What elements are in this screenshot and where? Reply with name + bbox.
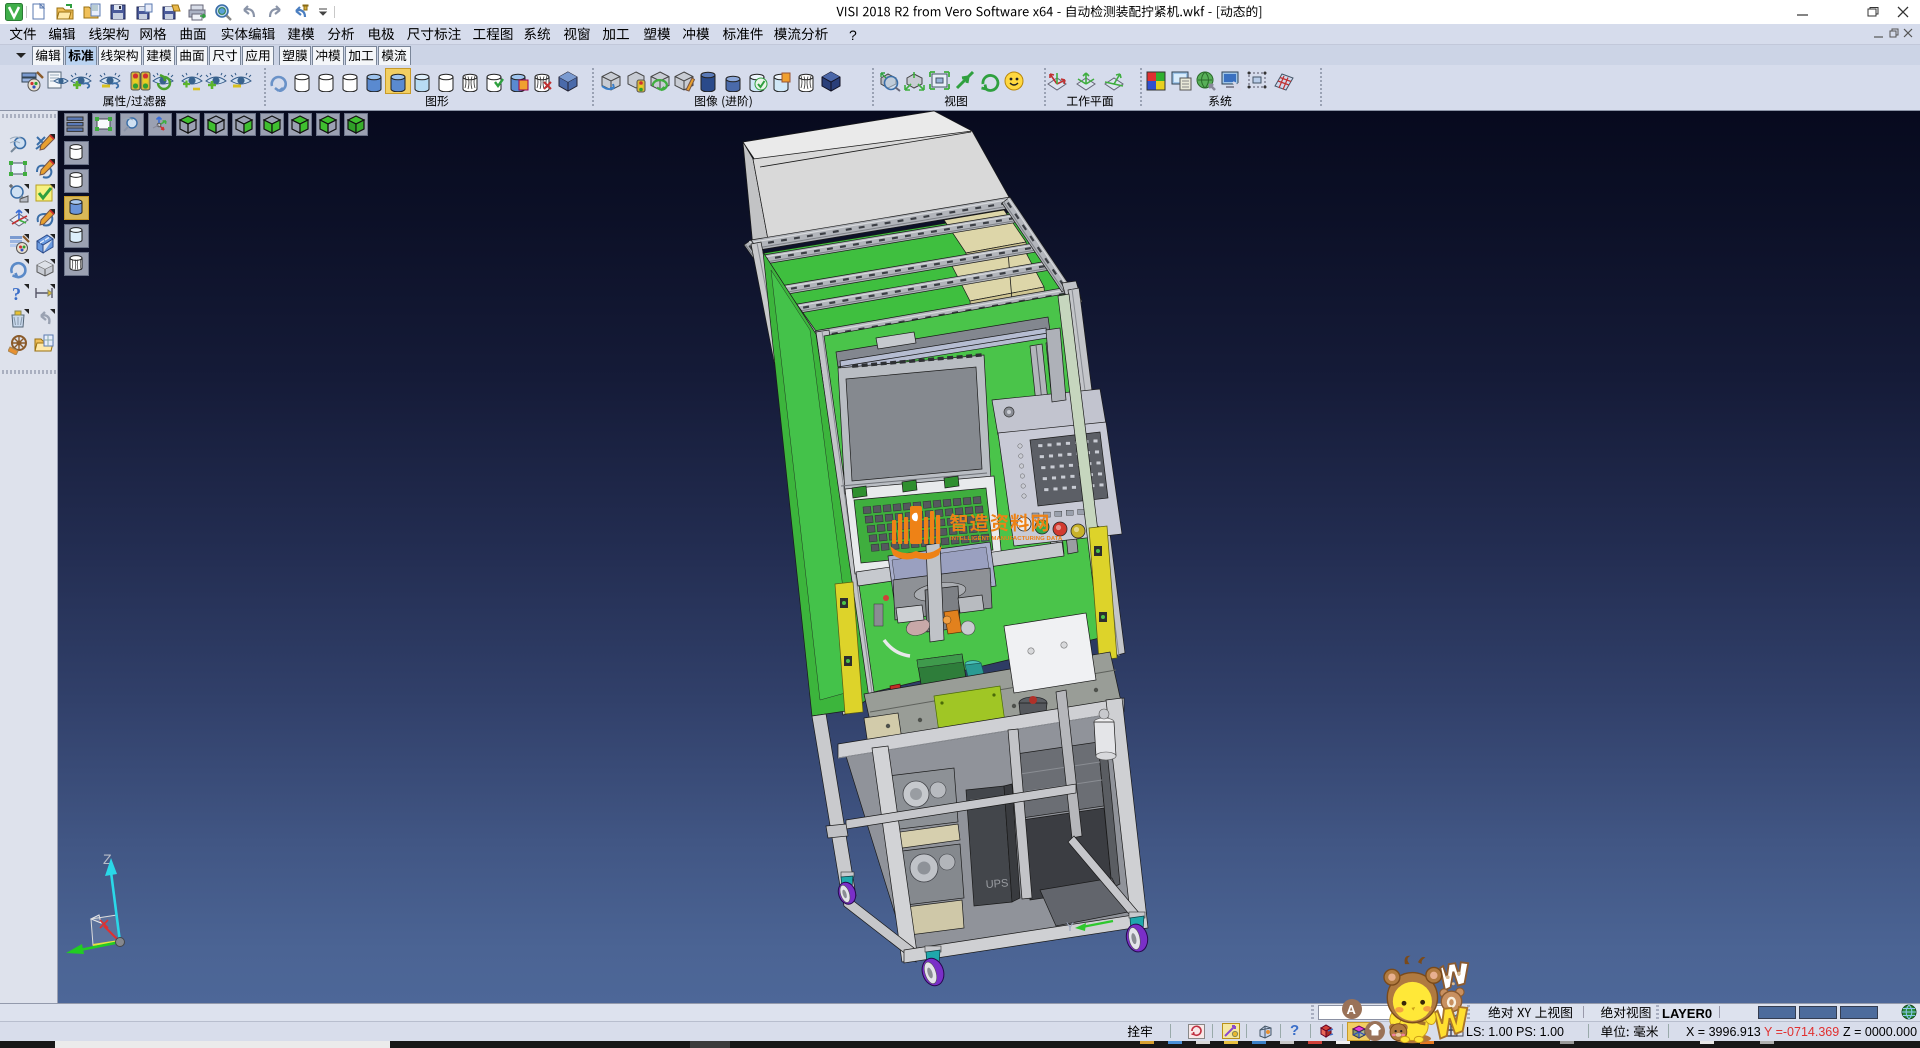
svg-text:A: A bbox=[1347, 1002, 1357, 1017]
svg-text:Y: Y bbox=[1066, 920, 1074, 934]
svg-text:UPS: UPS bbox=[985, 877, 1008, 891]
